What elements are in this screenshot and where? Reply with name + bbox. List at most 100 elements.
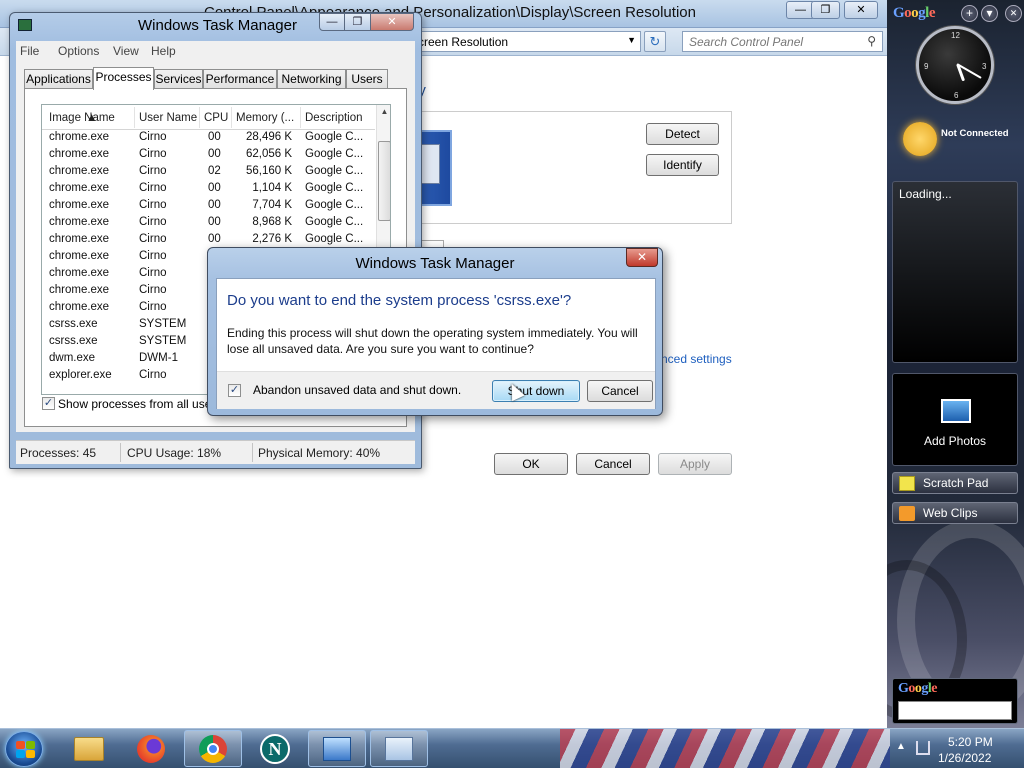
taskbar-chrome[interactable] (184, 730, 242, 767)
scroll-up-icon[interactable]: ▲ (377, 107, 390, 121)
tab-services[interactable]: Services (154, 69, 203, 89)
taskbar-netscape[interactable]: N (246, 730, 304, 767)
task-manager-titlebar[interactable]: Windows Task Manager — ❐ ✕ (10, 13, 421, 39)
process-user: Cirno (139, 369, 167, 381)
address-bar[interactable]: Screen Resolution ▼ (405, 31, 641, 52)
clock-date[interactable]: 1/26/2022 (938, 751, 991, 765)
photos-gadget[interactable]: Add Photos (892, 373, 1018, 466)
process-user: SYSTEM (139, 335, 187, 347)
table-row[interactable]: chrome.exe Cirno 00 62,056 K Google C... (42, 147, 375, 164)
table-row[interactable]: chrome.exe Cirno 02 56,160 K Google C... (42, 164, 375, 181)
menu-options[interactable]: Options (58, 44, 99, 58)
ok-button[interactable]: OK (494, 453, 568, 475)
chevron-down-icon[interactable]: ▼ (627, 35, 636, 45)
maximize-button[interactable]: ❐ (344, 13, 371, 31)
abandon-data-checkbox[interactable]: ✓ (228, 384, 241, 397)
table-row[interactable]: chrome.exe Cirno 00 28,496 K Google C... (42, 130, 375, 147)
process-memory: 1,104 K (252, 182, 292, 194)
close-button[interactable]: ✕ (370, 13, 414, 31)
status-cpu: CPU Usage: 18% (127, 446, 222, 460)
rss-icon (899, 506, 915, 521)
process-user: DWM-1 (139, 352, 178, 364)
search-placeholder: Search Control Panel (689, 35, 804, 49)
column-image-name[interactable]: Image Name (49, 112, 115, 124)
tab-users[interactable]: Users (346, 69, 388, 89)
network-icon[interactable] (916, 741, 930, 755)
process-user: Cirno (139, 233, 167, 245)
web-clips-gadget[interactable]: Web Clips (892, 502, 1018, 524)
advanced-settings-link[interactable]: nced settings (661, 352, 732, 366)
loading-text: Loading... (899, 187, 952, 201)
tab-performance[interactable]: Performance (203, 69, 277, 89)
start-button[interactable] (5, 731, 43, 767)
google-search-input[interactable] (898, 701, 1012, 720)
taskbar: N ▲ 5:20 PM 1/26/2022 (0, 728, 1024, 768)
add-gadget-button[interactable]: + (961, 5, 978, 22)
clock-gadget[interactable]: 12 3 6 9 (916, 26, 994, 104)
scroll-thumb[interactable] (378, 141, 390, 221)
process-memory: 62,056 K (245, 148, 292, 160)
cancel-button[interactable]: Cancel (576, 453, 650, 475)
process-description: Google C... (305, 182, 364, 194)
menu-view[interactable]: View (113, 44, 139, 58)
search-input[interactable]: Search Control Panel ⚲ (682, 31, 883, 52)
apply-button[interactable]: Apply (658, 453, 732, 475)
sidebar-menu-button[interactable]: ▾ (981, 5, 998, 22)
weather-gadget[interactable]: Not Connected (897, 112, 1021, 162)
dialog-title: Windows Task Manager (355, 255, 515, 272)
weather-status: Not Connected (941, 128, 1009, 139)
tab-strip: Applications Processes Services Performa… (24, 67, 404, 90)
tab-processes[interactable]: Processes (93, 67, 154, 90)
tab-networking[interactable]: Networking (277, 69, 346, 89)
news-gadget[interactable]: Loading... (892, 181, 1018, 363)
column-description[interactable]: Description (305, 112, 363, 124)
process-list-header: ▲ Image Name User Name CPU Memory (... D… (42, 105, 375, 130)
google-logo-small: Google (898, 681, 937, 696)
process-name: chrome.exe (49, 233, 110, 245)
process-memory: 28,496 K (245, 131, 292, 143)
taskbar-firefox[interactable] (122, 730, 180, 767)
table-row[interactable]: chrome.exe Cirno 00 1,104 K Google C... (42, 181, 375, 198)
sidebar-close-icon[interactable]: ✕ (1005, 5, 1022, 22)
shut-down-button[interactable]: Shut down (492, 380, 580, 402)
show-hidden-icons-button[interactable]: ▲ (896, 741, 906, 752)
search-icon[interactable]: ⚲ (867, 34, 876, 48)
identify-button[interactable]: Identify (646, 154, 719, 176)
column-memory[interactable]: Memory (... (236, 112, 294, 124)
taskbar-explorer[interactable] (60, 730, 118, 767)
process-name: dwm.exe (49, 352, 96, 364)
close-button[interactable]: ✕ (844, 1, 878, 19)
detect-button[interactable]: Detect (646, 123, 719, 145)
column-cpu[interactable]: CPU (204, 112, 228, 124)
show-all-users-checkbox[interactable]: ✓ (42, 397, 55, 410)
control-panel-icon (323, 736, 351, 761)
scratch-pad-gadget[interactable]: Scratch Pad (892, 472, 1018, 494)
menu-file[interactable]: File (20, 44, 39, 58)
minimize-button[interactable]: — (319, 13, 345, 31)
clock-time[interactable]: 5:20 PM (948, 735, 993, 749)
system-tray: ▲ 5:20 PM 1/26/2022 (890, 729, 1024, 768)
google-logo: Google (893, 5, 936, 21)
process-description: Google C... (305, 233, 364, 245)
taskbar-task-manager[interactable] (370, 730, 428, 767)
column-user-name[interactable]: User Name (139, 112, 197, 124)
maximize-button[interactable]: ❐ (811, 1, 840, 19)
process-name: chrome.exe (49, 284, 110, 296)
process-description: Google C... (305, 199, 364, 211)
dialog-close-button[interactable]: ✕ (626, 248, 658, 267)
tab-applications[interactable]: Applications (24, 69, 93, 89)
task-manager-icon (18, 19, 32, 31)
process-memory: 2,276 K (252, 233, 292, 245)
dialog-cancel-button[interactable]: Cancel (587, 380, 653, 402)
status-processes: Processes: 45 (20, 446, 97, 460)
process-name: explorer.exe (49, 369, 112, 381)
taskbar-control-panel[interactable] (308, 730, 366, 767)
process-name: chrome.exe (49, 301, 110, 313)
menu-help[interactable]: Help (151, 44, 176, 58)
table-row[interactable]: chrome.exe Cirno 00 8,968 K Google C... (42, 215, 375, 232)
table-row[interactable]: chrome.exe Cirno 00 7,704 K Google C... (42, 198, 375, 215)
dialog-main-instruction: Do you want to end the system process 'c… (227, 292, 572, 309)
web-clips-label: Web Clips (923, 506, 978, 520)
refresh-button[interactable]: ↻ (644, 31, 666, 52)
process-name: chrome.exe (49, 199, 110, 211)
